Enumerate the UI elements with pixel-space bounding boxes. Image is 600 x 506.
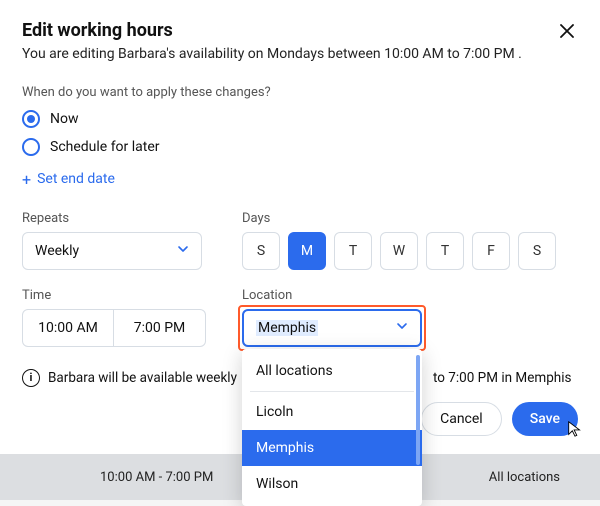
chevron-down-icon (177, 243, 189, 259)
location-option-wilson[interactable]: Wilson (242, 466, 422, 502)
repeats-select[interactable]: Weekly (22, 232, 202, 270)
save-button[interactable]: Save (512, 402, 578, 436)
plus-icon: + (22, 170, 31, 189)
day-sat[interactable]: S (518, 232, 556, 270)
location-option-memphis[interactable]: Memphis (242, 430, 422, 466)
chevron-down-icon (396, 320, 408, 336)
day-fri[interactable]: F (472, 232, 510, 270)
day-tue[interactable]: T (334, 232, 372, 270)
close-button[interactable] (556, 20, 578, 45)
time-label: Time (22, 288, 206, 303)
radio-now[interactable]: Now (22, 110, 578, 128)
summary-text-left: Barbara will be available weekly (48, 370, 237, 386)
day-thu[interactable]: T (426, 232, 464, 270)
location-value: Memphis (256, 320, 318, 336)
days-picker: S M T W T F S (242, 232, 556, 270)
time-start-input[interactable]: 10:00 AM (22, 309, 114, 347)
radio-icon-unchecked (22, 138, 40, 156)
divider (250, 391, 414, 392)
radio-icon-checked (22, 110, 40, 128)
close-icon (560, 24, 574, 38)
time-end-input[interactable]: 7:00 PM (114, 309, 206, 347)
summary-text-right: to 7:00 PM in Memphis (433, 370, 572, 386)
set-end-date-link[interactable]: + Set end date (22, 170, 578, 189)
day-mon[interactable]: M (288, 232, 326, 270)
save-label: Save (530, 411, 560, 427)
repeats-value: Weekly (35, 243, 79, 259)
day-wed[interactable]: W (380, 232, 418, 270)
repeats-label: Repeats (22, 211, 202, 226)
location-dropdown: All locations Licoln Memphis Wilson (242, 349, 422, 506)
info-icon: i (22, 369, 40, 387)
apply-question: When do you want to apply these changes? (22, 85, 578, 100)
location-label: Location (242, 288, 422, 303)
cancel-button[interactable]: Cancel (421, 402, 502, 436)
days-label: Days (242, 211, 556, 226)
edit-working-hours-modal: Edit working hours You are editing Barba… (0, 0, 600, 454)
modal-subtitle: You are editing Barbara's availability o… (22, 45, 522, 65)
cursor-icon (566, 420, 584, 442)
set-end-date-label: Set end date (37, 171, 115, 187)
footer-location: All locations (489, 470, 560, 485)
footer-time-range: 10:00 AM - 7:00 PM (100, 470, 213, 485)
scrollbar-thumb[interactable] (416, 355, 420, 465)
radio-later-label: Schedule for later (50, 139, 160, 155)
location-select[interactable]: Memphis (242, 309, 422, 347)
location-option-licoln[interactable]: Licoln (242, 394, 422, 430)
radio-schedule-later[interactable]: Schedule for later (22, 138, 578, 156)
day-sun[interactable]: S (242, 232, 280, 270)
radio-now-label: Now (50, 111, 79, 127)
location-option-all[interactable]: All locations (242, 353, 422, 389)
modal-title: Edit working hours (22, 20, 522, 41)
